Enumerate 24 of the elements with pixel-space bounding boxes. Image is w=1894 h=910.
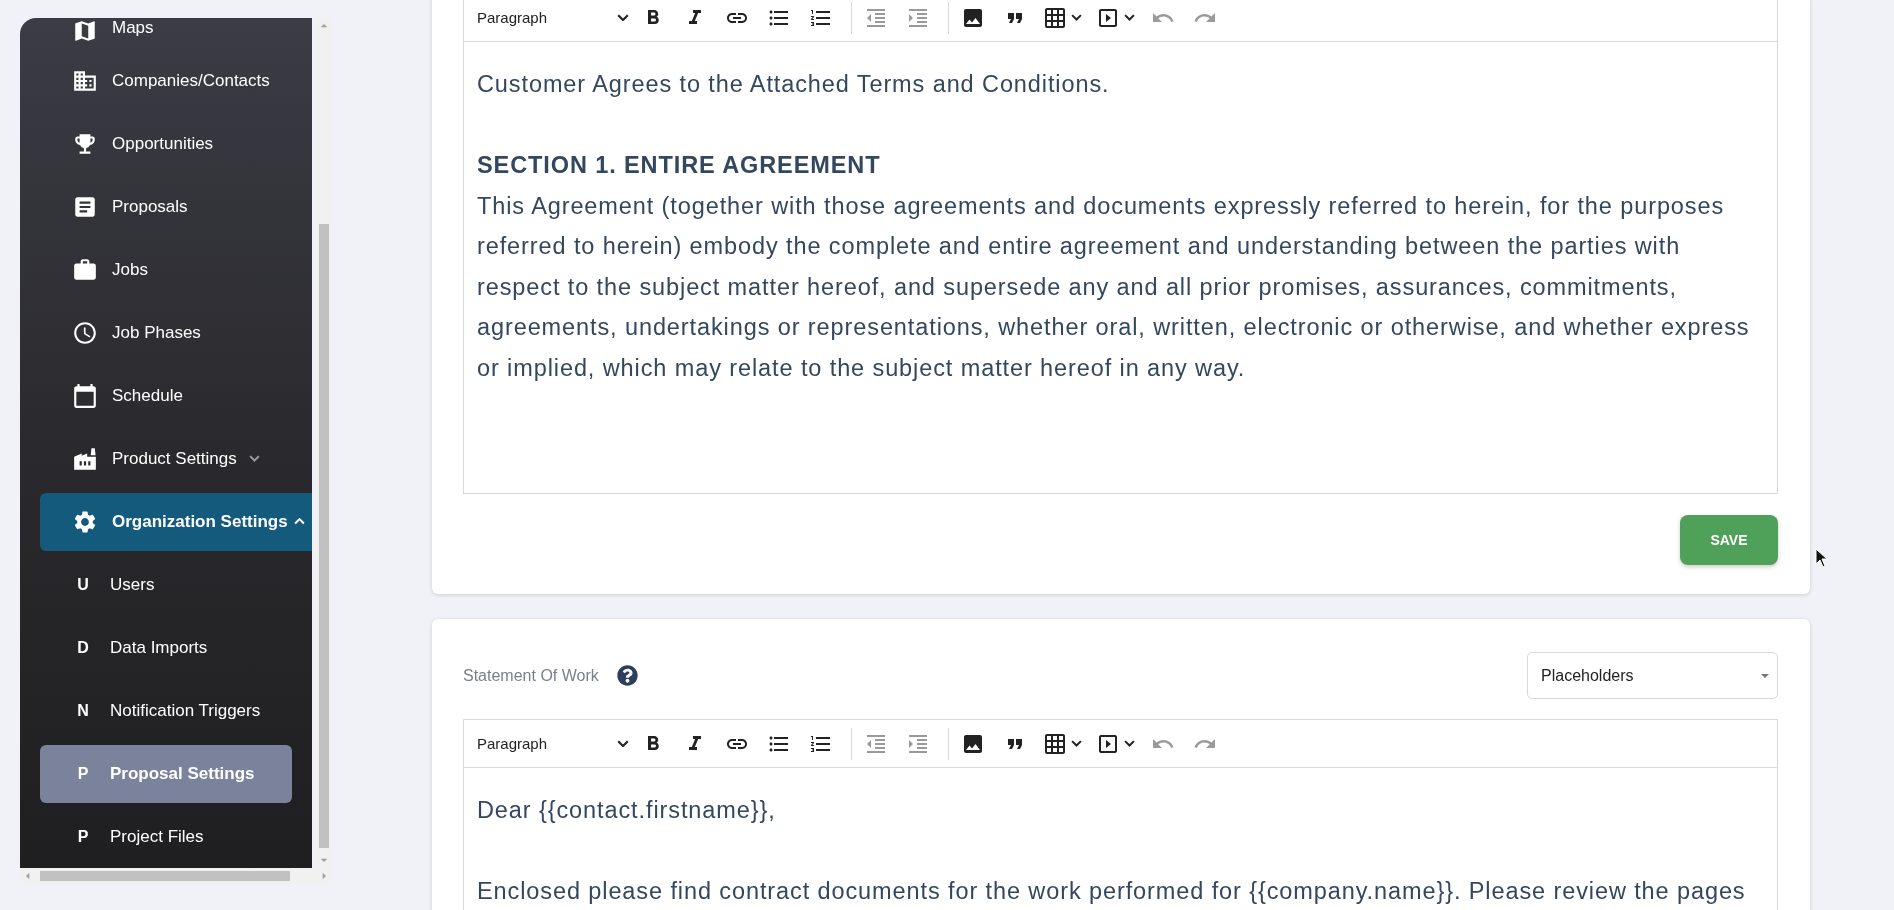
sidebar-item[interactable]: Proposals [40, 175, 312, 238]
section-heading: SECTION 1. ENTIRE AGREEMENT [477, 151, 882, 180]
sidebar-item[interactable]: Organization Settings [40, 492, 312, 551]
sidebar-item[interactable]: D Data Imports [40, 616, 292, 679]
sidebar-item[interactable]: N Notification Triggers [40, 679, 292, 742]
field-label: Statement Of Work [463, 666, 599, 685]
sidebar-item[interactable]: Jobs [40, 238, 312, 301]
sidebar-item[interactable]: Schedule [40, 364, 312, 427]
sidebar-item[interactable]: Job Phases [40, 301, 312, 364]
placeholders-select[interactable]: Placeholders [1527, 652, 1778, 699]
sidebar-item[interactable]: Opportunities [40, 112, 312, 175]
sidebar-item[interactable]: Product Settings [40, 427, 312, 490]
editor-paragraph: Customer Agrees to the Attached Terms and Conditions. [477, 70, 1111, 99]
sidebar-item[interactable]: Companies/Contacts [40, 49, 312, 112]
sidebar-item[interactable]: Maps [40, 18, 312, 49]
editor-paragraph: This Agreement (together with those agreements and documents expressly referred to herein, for the purposes referred to herein) embody the complete and entire agreement and understanding between the parties with respect to the subject matter hereof, and supersede any and all prior promises, assurances, commitments, agreements, undertakings or representations, whether oral, written, electronic or otherwise, and whether express or implied, which may relate to the subject matter hereof in any way. [477, 191, 1751, 383]
editor-paragraph: Enclosed please find contract documents for the work performed for {{company.name}}. Please review the pages [477, 877, 1747, 906]
block-format-select[interactable]: Paragraph [477, 0, 635, 35]
editor-paragraph: Dear {{contact.firstname}}, [477, 796, 777, 825]
sidebar-item[interactable]: P Proposal Settings [40, 744, 292, 803]
rich-text-editor[interactable]: Paragraph Dear {{contact.firstname}}, Enclosed please find contract documents for the work performed for {{company.name}}. Please review the pages [463, 719, 1778, 910]
block-format-select[interactable]: Paragraph [477, 726, 635, 761]
sidebar-item[interactable]: P Project Files [40, 805, 292, 868]
sidebar-item[interactable]: U Users [40, 553, 292, 616]
